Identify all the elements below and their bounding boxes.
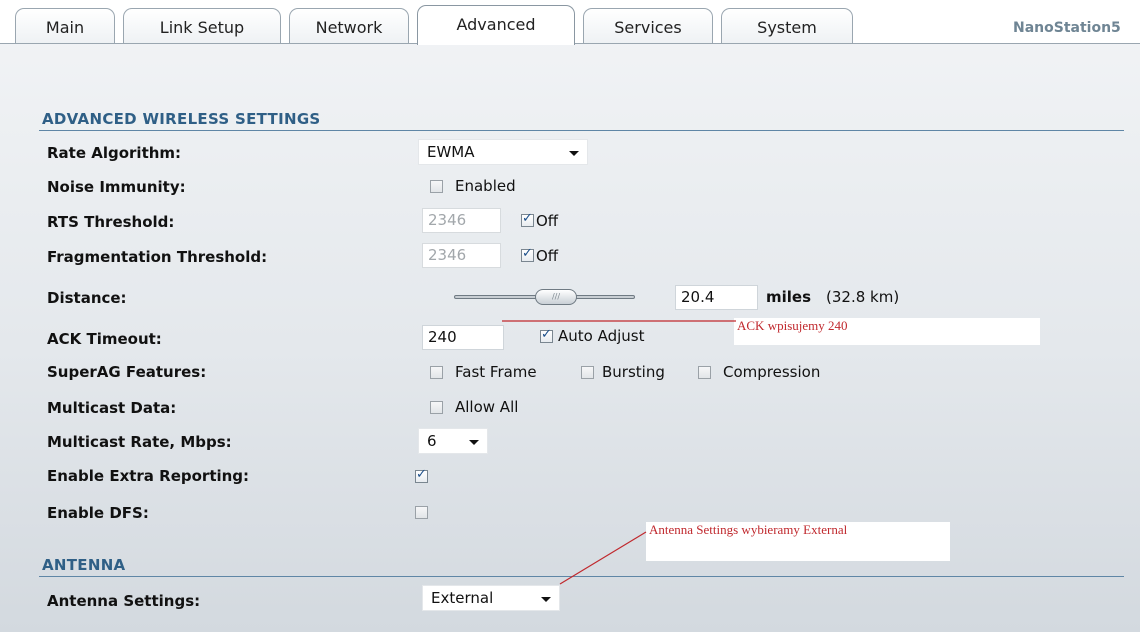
checkmark-icon: ✓ bbox=[541, 327, 552, 342]
tab-link-setup[interactable]: Link Setup bbox=[123, 8, 281, 44]
compression-checkbox[interactable] bbox=[698, 366, 711, 379]
distance-label: Distance: bbox=[47, 289, 127, 307]
rts-off-label: Off bbox=[536, 212, 559, 230]
checkmark-icon: ✓ bbox=[522, 211, 533, 226]
multicast-rate-select[interactable]: 6 bbox=[418, 428, 488, 454]
distance-unit: miles bbox=[766, 288, 812, 306]
multicast-rate-label: Multicast Rate, Mbps: bbox=[47, 433, 232, 451]
distance-slider-handle[interactable]: /// bbox=[535, 289, 577, 305]
ack-annotation-note: ACK wpisujemy 240 bbox=[734, 318, 1040, 345]
fragmentation-off-checkbox[interactable]: ✓ bbox=[521, 246, 534, 262]
tab-network[interactable]: Network bbox=[289, 8, 409, 44]
multicast-rate-value: 6 bbox=[427, 432, 437, 450]
section-title-antenna: ANTENNA bbox=[42, 556, 126, 574]
tab-services[interactable]: Services bbox=[583, 8, 713, 44]
chevron-down-icon bbox=[469, 440, 479, 445]
antenna-settings-value: External bbox=[431, 589, 494, 607]
multicast-allow-all-checkbox[interactable] bbox=[430, 401, 443, 414]
rts-threshold-input[interactable]: 2346 bbox=[422, 208, 501, 233]
compression-label: Compression bbox=[723, 363, 821, 381]
rate-algorithm-select[interactable]: EWMA bbox=[418, 139, 588, 165]
chevron-down-icon bbox=[541, 597, 551, 602]
enable-dfs-label: Enable DFS: bbox=[47, 504, 149, 522]
tab-bar: Main Link Setup Network Advanced Service… bbox=[0, 0, 1140, 45]
distance-input[interactable]: 20.4 bbox=[675, 285, 758, 310]
extra-reporting-label: Enable Extra Reporting: bbox=[47, 467, 250, 485]
settings-panel: ADVANCED WIRELESS SETTINGS Rate Algorith… bbox=[8, 44, 1140, 632]
auto-adjust-checkbox[interactable]: ✓ bbox=[540, 327, 553, 343]
noise-immunity-checkbox[interactable] bbox=[430, 180, 443, 193]
bursting-checkbox[interactable] bbox=[581, 366, 594, 379]
section-title-advanced-wireless: ADVANCED WIRELESS SETTINGS bbox=[42, 110, 321, 128]
ack-timeout-label: ACK Timeout: bbox=[47, 330, 162, 348]
device-name: NanoStation5 bbox=[1013, 20, 1121, 36]
rts-off-checkbox[interactable]: ✓ bbox=[521, 211, 534, 227]
checkmark-icon: ✓ bbox=[416, 467, 427, 482]
chevron-down-icon bbox=[569, 151, 579, 156]
antenna-settings-select[interactable]: External bbox=[422, 585, 560, 611]
antenna-annotation-note: Antenna Settings wybieramy External bbox=[646, 522, 950, 561]
extra-reporting-checkbox[interactable]: ✓ bbox=[415, 467, 428, 483]
tab-system[interactable]: System bbox=[721, 8, 853, 44]
checkmark-icon: ✓ bbox=[522, 246, 533, 261]
section-divider-antenna bbox=[39, 576, 1124, 577]
distance-km-text: (32.8 km) bbox=[826, 288, 900, 306]
fragmentation-off-label: Off bbox=[536, 247, 559, 265]
antenna-settings-label: Antenna Settings: bbox=[47, 592, 201, 610]
rts-threshold-label: RTS Threshold: bbox=[47, 213, 175, 231]
enable-dfs-checkbox[interactable] bbox=[415, 506, 428, 519]
superag-features-label: SuperAG Features: bbox=[47, 363, 207, 381]
rate-algorithm-value: EWMA bbox=[427, 143, 475, 161]
bursting-label: Bursting bbox=[602, 363, 665, 381]
multicast-data-label: Multicast Data: bbox=[47, 399, 177, 417]
tab-advanced[interactable]: Advanced bbox=[417, 5, 575, 45]
multicast-allow-all-label: Allow All bbox=[455, 398, 519, 416]
ack-timeout-input[interactable]: 240 bbox=[422, 325, 504, 350]
tab-main[interactable]: Main bbox=[15, 8, 115, 44]
fragmentation-threshold-label: Fragmentation Threshold: bbox=[47, 248, 268, 266]
fast-frame-label: Fast Frame bbox=[455, 363, 537, 381]
auto-adjust-label: Auto Adjust bbox=[558, 327, 645, 345]
fast-frame-checkbox[interactable] bbox=[430, 366, 443, 379]
noise-immunity-checkbox-label: Enabled bbox=[455, 177, 516, 195]
noise-immunity-label: Noise Immunity: bbox=[47, 178, 186, 196]
rate-algorithm-label: Rate Algorithm: bbox=[47, 144, 182, 162]
fragmentation-threshold-input[interactable]: 2346 bbox=[422, 243, 501, 268]
section-divider-advanced bbox=[39, 130, 1124, 131]
